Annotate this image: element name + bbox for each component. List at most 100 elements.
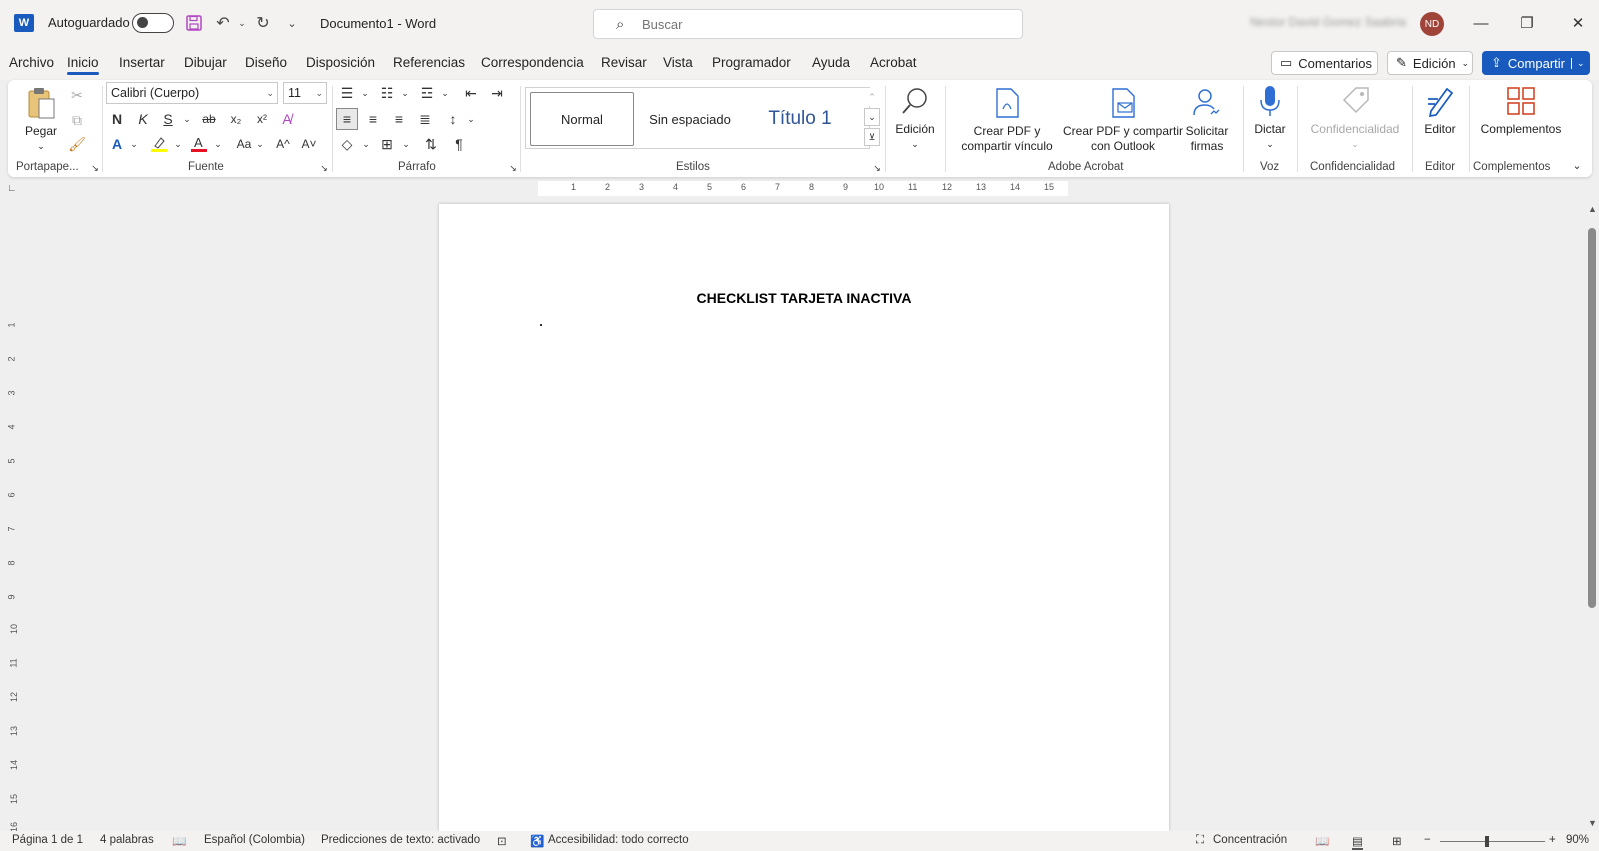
search-box[interactable]: ⌕ — [593, 9, 1023, 39]
accessibility-status[interactable]: Accesibilidad: todo correcto — [548, 834, 689, 846]
styles-more-icon[interactable]: ⊻ — [864, 128, 880, 146]
decrease-indent-icon[interactable]: ⇤ — [460, 82, 482, 104]
collapse-ribbon-icon[interactable]: ⌄ — [1566, 154, 1588, 176]
align-right-icon[interactable]: ≡ — [388, 108, 410, 130]
multilevel-chevron-icon[interactable]: ⌄ — [434, 82, 456, 104]
line-spacing-chevron-icon[interactable]: ⌄ — [460, 108, 482, 130]
style-normal[interactable]: Normal — [530, 92, 634, 146]
undo-dropdown-chevron-icon[interactable]: ⌄ — [231, 12, 253, 34]
tab-revisar[interactable]: Revisar — [601, 55, 647, 70]
print-layout-icon[interactable]: ▤ — [1352, 834, 1363, 850]
bullets-chevron-icon[interactable]: ⌄ — [354, 82, 376, 104]
web-layout-icon[interactable]: ⊞ — [1392, 834, 1402, 848]
underline-chevron-icon[interactable]: ⌄ — [176, 108, 198, 130]
tab-inicio[interactable]: Inicio — [67, 55, 99, 75]
highlight-chevron-icon[interactable]: ⌄ — [167, 133, 189, 155]
search-input[interactable] — [642, 17, 1002, 32]
user-name[interactable]: Nestor David Gomez Saabria — [1250, 15, 1410, 29]
tab-programador[interactable]: Programador — [712, 55, 791, 70]
tab-referencias[interactable]: Referencias — [393, 55, 465, 70]
paste-button[interactable]: Pegar ⌄ — [18, 86, 64, 154]
vertical-ruler[interactable]: 1 2 3 4 5 6 7 8 9 10 11 12 13 14 15 16 — [4, 210, 20, 835]
vertical-scrollbar[interactable]: ▲ ▼ — [1586, 204, 1599, 831]
scrollbar-thumb[interactable] — [1588, 228, 1596, 608]
paste-chevron-icon[interactable]: ⌄ — [37, 139, 45, 154]
increase-indent-icon[interactable]: ⇥ — [486, 82, 508, 104]
dictate-button[interactable]: Dictar ⌄ — [1246, 84, 1294, 152]
customize-quick-access-icon[interactable]: ⌄ — [281, 12, 303, 34]
close-icon[interactable]: ✕ — [1563, 10, 1593, 36]
tab-disposicion[interactable]: Disposición — [306, 55, 375, 70]
subscript-button[interactable]: x₂ — [225, 108, 247, 130]
shrink-font-button[interactable]: A˅ — [298, 133, 320, 155]
editor-button[interactable]: Editor — [1414, 84, 1466, 137]
copy-icon[interactable]: ⧉ — [66, 109, 88, 131]
sensitivity-button[interactable]: Confidencialidad ⌄ — [1300, 84, 1410, 152]
align-center-icon[interactable]: ≡ — [362, 108, 384, 130]
sort-icon[interactable]: ⇅ — [420, 133, 442, 155]
change-case-chevron-icon[interactable]: ⌄ — [249, 133, 271, 155]
tab-ayuda[interactable]: Ayuda — [812, 55, 850, 70]
style-heading-1[interactable]: Título 1 — [746, 92, 854, 146]
horizontal-ruler[interactable]: 1 2 3 4 5 6 7 8 9 10 11 12 13 14 15 — [435, 181, 1168, 196]
comments-button[interactable]: ▭ Comentarios — [1271, 51, 1378, 75]
redo-icon[interactable]: ↻ — [252, 12, 274, 34]
cut-icon[interactable]: ✂ — [66, 84, 88, 106]
superscript-button[interactable]: x² — [251, 108, 273, 130]
text-predictions[interactable]: Predicciones de texto: activado — [321, 834, 480, 846]
italic-button[interactable]: K — [132, 108, 154, 130]
request-signatures-button[interactable]: Solicitar firmas — [1176, 86, 1238, 154]
document-page[interactable]: CHECKLIST TARJETA INACTIVA — [439, 204, 1169, 831]
page-count[interactable]: Página 1 de 1 — [12, 834, 83, 846]
borders-chevron-icon[interactable]: ⌄ — [395, 133, 417, 155]
styles-scroll-down-icon[interactable]: ⌄ — [864, 108, 880, 126]
scroll-down-icon[interactable]: ▼ — [1588, 818, 1597, 828]
minimize-icon[interactable]: — — [1466, 10, 1496, 36]
editing-button[interactable]: Edición ⌄ — [890, 84, 940, 152]
zoom-slider-thumb[interactable] — [1485, 836, 1490, 847]
font-color-chevron-icon[interactable]: ⌄ — [207, 133, 229, 155]
grow-font-button[interactable]: A^ — [272, 133, 294, 155]
zoom-slider[interactable] — [1440, 841, 1545, 842]
styles-scroll-up-icon[interactable]: ⌃ — [864, 88, 880, 106]
zoom-in-icon[interactable]: + — [1549, 834, 1556, 846]
save-icon[interactable] — [183, 12, 205, 34]
scroll-up-icon[interactable]: ▲ — [1588, 204, 1597, 214]
tab-selector-icon[interactable]: ∟ — [7, 183, 17, 194]
tab-correspondencia[interactable]: Correspondencia — [481, 55, 584, 70]
share-dropdown-chevron-icon[interactable]: ⌄ — [1570, 57, 1585, 69]
editing-mode-button[interactable]: ✎ Edición ⌄ — [1387, 51, 1473, 75]
style-no-spacing[interactable]: Sin espaciado — [636, 92, 744, 146]
zoom-level[interactable]: 90% — [1566, 834, 1589, 846]
tab-dibujar[interactable]: Dibujar — [184, 55, 227, 70]
word-count[interactable]: 4 palabras — [100, 834, 154, 846]
font-name-select[interactable]: Calibri (Cuerpo) ⌄ — [106, 82, 278, 104]
autosave-toggle[interactable] — [132, 13, 174, 33]
tab-vista[interactable]: Vista — [663, 55, 693, 70]
format-painter-icon[interactable]: 🖌 — [66, 133, 88, 155]
shading-chevron-icon[interactable]: ⌄ — [355, 133, 377, 155]
tab-archivo[interactable]: Archivo — [9, 55, 54, 70]
language[interactable]: Español (Colombia) — [204, 834, 305, 846]
read-mode-icon[interactable]: 📖 — [1315, 834, 1329, 848]
clear-formatting-icon[interactable]: A̸ — [276, 108, 298, 130]
strikethrough-button[interactable]: ab — [198, 108, 220, 130]
proofing-icon[interactable]: 📖 — [172, 834, 186, 848]
zoom-out-icon[interactable]: − — [1424, 834, 1431, 846]
addins-button[interactable]: Complementos — [1471, 84, 1571, 137]
restore-icon[interactable]: ❐ — [1512, 10, 1542, 36]
align-left-icon[interactable]: ≡ — [336, 108, 358, 130]
numbering-chevron-icon[interactable]: ⌄ — [394, 82, 416, 104]
tab-insertar[interactable]: Insertar — [119, 55, 165, 70]
font-size-select[interactable]: 11 ⌄ — [283, 82, 327, 104]
text-effects-chevron-icon[interactable]: ⌄ — [123, 133, 145, 155]
avatar[interactable]: ND — [1420, 12, 1444, 36]
macro-icon[interactable]: ⊡ — [497, 834, 507, 848]
tab-acrobat[interactable]: Acrobat — [870, 55, 917, 70]
focus-mode-button[interactable]: Concentración — [1213, 834, 1287, 846]
share-button[interactable]: ⇪ Compartir ⌄ — [1482, 51, 1590, 75]
document-heading[interactable]: CHECKLIST TARJETA INACTIVA — [439, 290, 1169, 306]
create-pdf-share-link-button[interactable]: Crear PDF y compartir vínculo — [952, 86, 1062, 154]
bold-button[interactable]: N — [106, 108, 128, 130]
tab-diseno[interactable]: Diseño — [245, 55, 287, 70]
